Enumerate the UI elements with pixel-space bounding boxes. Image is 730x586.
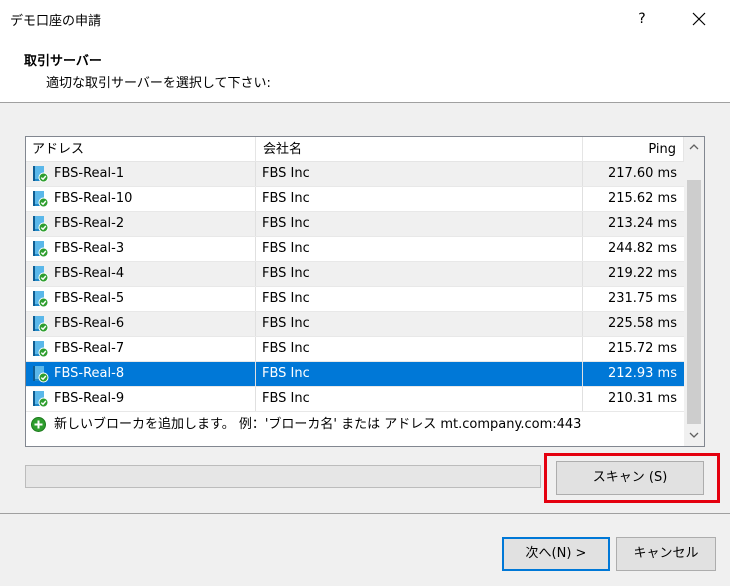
cell-address: FBS-Real-4 [26, 262, 256, 286]
close-button[interactable] [682, 4, 716, 34]
server-book-icon [33, 291, 49, 308]
cell-address: FBS-Real-6 [26, 312, 256, 336]
plus-circle-icon [31, 417, 46, 432]
cell-company: FBS Inc [256, 212, 583, 236]
cell-address: FBS-Real-7 [26, 337, 256, 361]
address-text: FBS-Real-10 [54, 191, 133, 206]
cell-ping: 210.31 ms [607, 391, 677, 406]
cell-ping: 215.72 ms [607, 341, 677, 356]
server-book-icon [33, 316, 49, 333]
cell-address: FBS-Real-3 [26, 237, 256, 261]
table-row[interactable]: FBS-Real-7 FBS Inc 215.72 ms [26, 337, 684, 362]
window-title: デモ口座の申請 [10, 14, 102, 29]
cell-company: FBS Inc [256, 362, 583, 386]
cell-address: FBS-Real-2 [26, 212, 256, 236]
column-header-company[interactable]: 会社名 [256, 137, 583, 162]
cell-ping: 231.75 ms [607, 291, 677, 306]
cell-ping: 225.58 ms [607, 316, 677, 331]
server-book-icon [33, 341, 49, 358]
cell-address: FBS-Real-10 [26, 187, 256, 211]
help-button[interactable]: ? [626, 4, 658, 34]
scan-progress-bar [25, 465, 541, 488]
cell-company: FBS Inc [256, 237, 583, 261]
scroll-thumb[interactable] [687, 180, 701, 424]
cell-address: FBS-Real-8 [26, 362, 256, 386]
cell-ping: 212.93 ms [607, 366, 677, 381]
server-book-icon [33, 216, 49, 233]
cell-address: FBS-Real-5 [26, 287, 256, 311]
address-text: FBS-Real-9 [54, 391, 125, 406]
server-book-icon [33, 241, 49, 258]
scan-button[interactable]: スキャン (S) [556, 461, 704, 495]
address-text: FBS-Real-2 [54, 216, 125, 231]
cell-address: FBS-Real-1 [26, 162, 256, 186]
table-row[interactable]: FBS-Real-3 FBS Inc 244.82 ms [26, 237, 684, 262]
vertical-scrollbar[interactable] [684, 137, 704, 446]
next-button[interactable]: 次へ(N) > [502, 537, 610, 571]
server-book-icon [33, 266, 49, 283]
cell-company: FBS Inc [256, 187, 583, 211]
column-header-address[interactable]: アドレス [26, 137, 256, 162]
cell-company: FBS Inc [256, 312, 583, 336]
page-subtitle: 適切な取引サーバーを選択して下さい: [46, 76, 271, 91]
wizard-header: 取引サーバー 適切な取引サーバーを選択して下さい: [0, 38, 730, 102]
title-bar: デモ口座の申請 ? [0, 0, 730, 38]
address-text: FBS-Real-6 [54, 316, 125, 331]
server-book-icon [33, 166, 49, 183]
cell-company: FBS Inc [256, 262, 583, 286]
chevron-down-icon [689, 432, 699, 438]
server-book-icon [33, 391, 49, 408]
cell-address: FBS-Real-9 [26, 387, 256, 411]
chevron-up-icon [689, 144, 699, 150]
cancel-button[interactable]: キャンセル [616, 537, 716, 571]
table-row[interactable]: FBS-Real-10 FBS Inc 215.62 ms [26, 187, 684, 212]
table-row[interactable]: FBS-Real-2 FBS Inc 213.24 ms [26, 212, 684, 237]
close-icon [692, 12, 706, 26]
footer-divider [0, 513, 730, 514]
server-rows: FBS-Real-1 FBS Inc 217.60 ms FBS-Real-10 FBS… [26, 162, 684, 412]
table-row[interactable]: FBS-Real-6 FBS Inc 225.58 ms [26, 312, 684, 337]
column-header-ping[interactable]: Ping [583, 137, 684, 162]
address-text: FBS-Real-7 [54, 341, 125, 356]
add-broker-label: 新しいブローカを追加します。 例：'ブローカ名' または アドレス mt.com… [54, 417, 582, 432]
cell-company: FBS Inc [256, 162, 583, 186]
cell-ping: 217.60 ms [607, 166, 677, 181]
server-list[interactable]: アドレス 会社名 Ping FBS-Real-1 FBS Inc 217.60 ms… [25, 136, 705, 447]
cell-ping: 219.22 ms [607, 266, 677, 281]
scroll-down-button[interactable] [684, 426, 704, 446]
page-title: 取引サーバー [24, 54, 102, 69]
table-row[interactable]: FBS-Real-9 FBS Inc 210.31 ms [26, 387, 684, 412]
scroll-up-button[interactable] [684, 137, 704, 157]
address-text: FBS-Real-8 [54, 366, 125, 381]
address-text: FBS-Real-1 [54, 166, 125, 181]
server-book-icon [33, 366, 49, 383]
server-book-icon [33, 191, 49, 208]
table-row[interactable]: FBS-Real-8 FBS Inc 212.93 ms [26, 362, 684, 387]
list-header: アドレス 会社名 Ping [26, 137, 684, 162]
table-row[interactable]: FBS-Real-5 FBS Inc 231.75 ms [26, 287, 684, 312]
address-text: FBS-Real-4 [54, 266, 125, 281]
address-text: FBS-Real-5 [54, 291, 125, 306]
cell-company: FBS Inc [256, 337, 583, 361]
cell-company: FBS Inc [256, 287, 583, 311]
table-row[interactable]: FBS-Real-1 FBS Inc 217.60 ms [26, 162, 684, 187]
wizard-body: アドレス 会社名 Ping FBS-Real-1 FBS Inc 217.60 ms… [0, 102, 730, 586]
table-row[interactable]: FBS-Real-4 FBS Inc 219.22 ms [26, 262, 684, 287]
cell-ping: 244.82 ms [607, 241, 677, 256]
address-text: FBS-Real-3 [54, 241, 125, 256]
cell-company: FBS Inc [256, 387, 583, 411]
add-broker-row[interactable]: 新しいブローカを追加します。 例：'ブローカ名' または アドレス mt.com… [26, 412, 684, 437]
cell-ping: 213.24 ms [607, 216, 677, 231]
cell-ping: 215.62 ms [607, 191, 677, 206]
